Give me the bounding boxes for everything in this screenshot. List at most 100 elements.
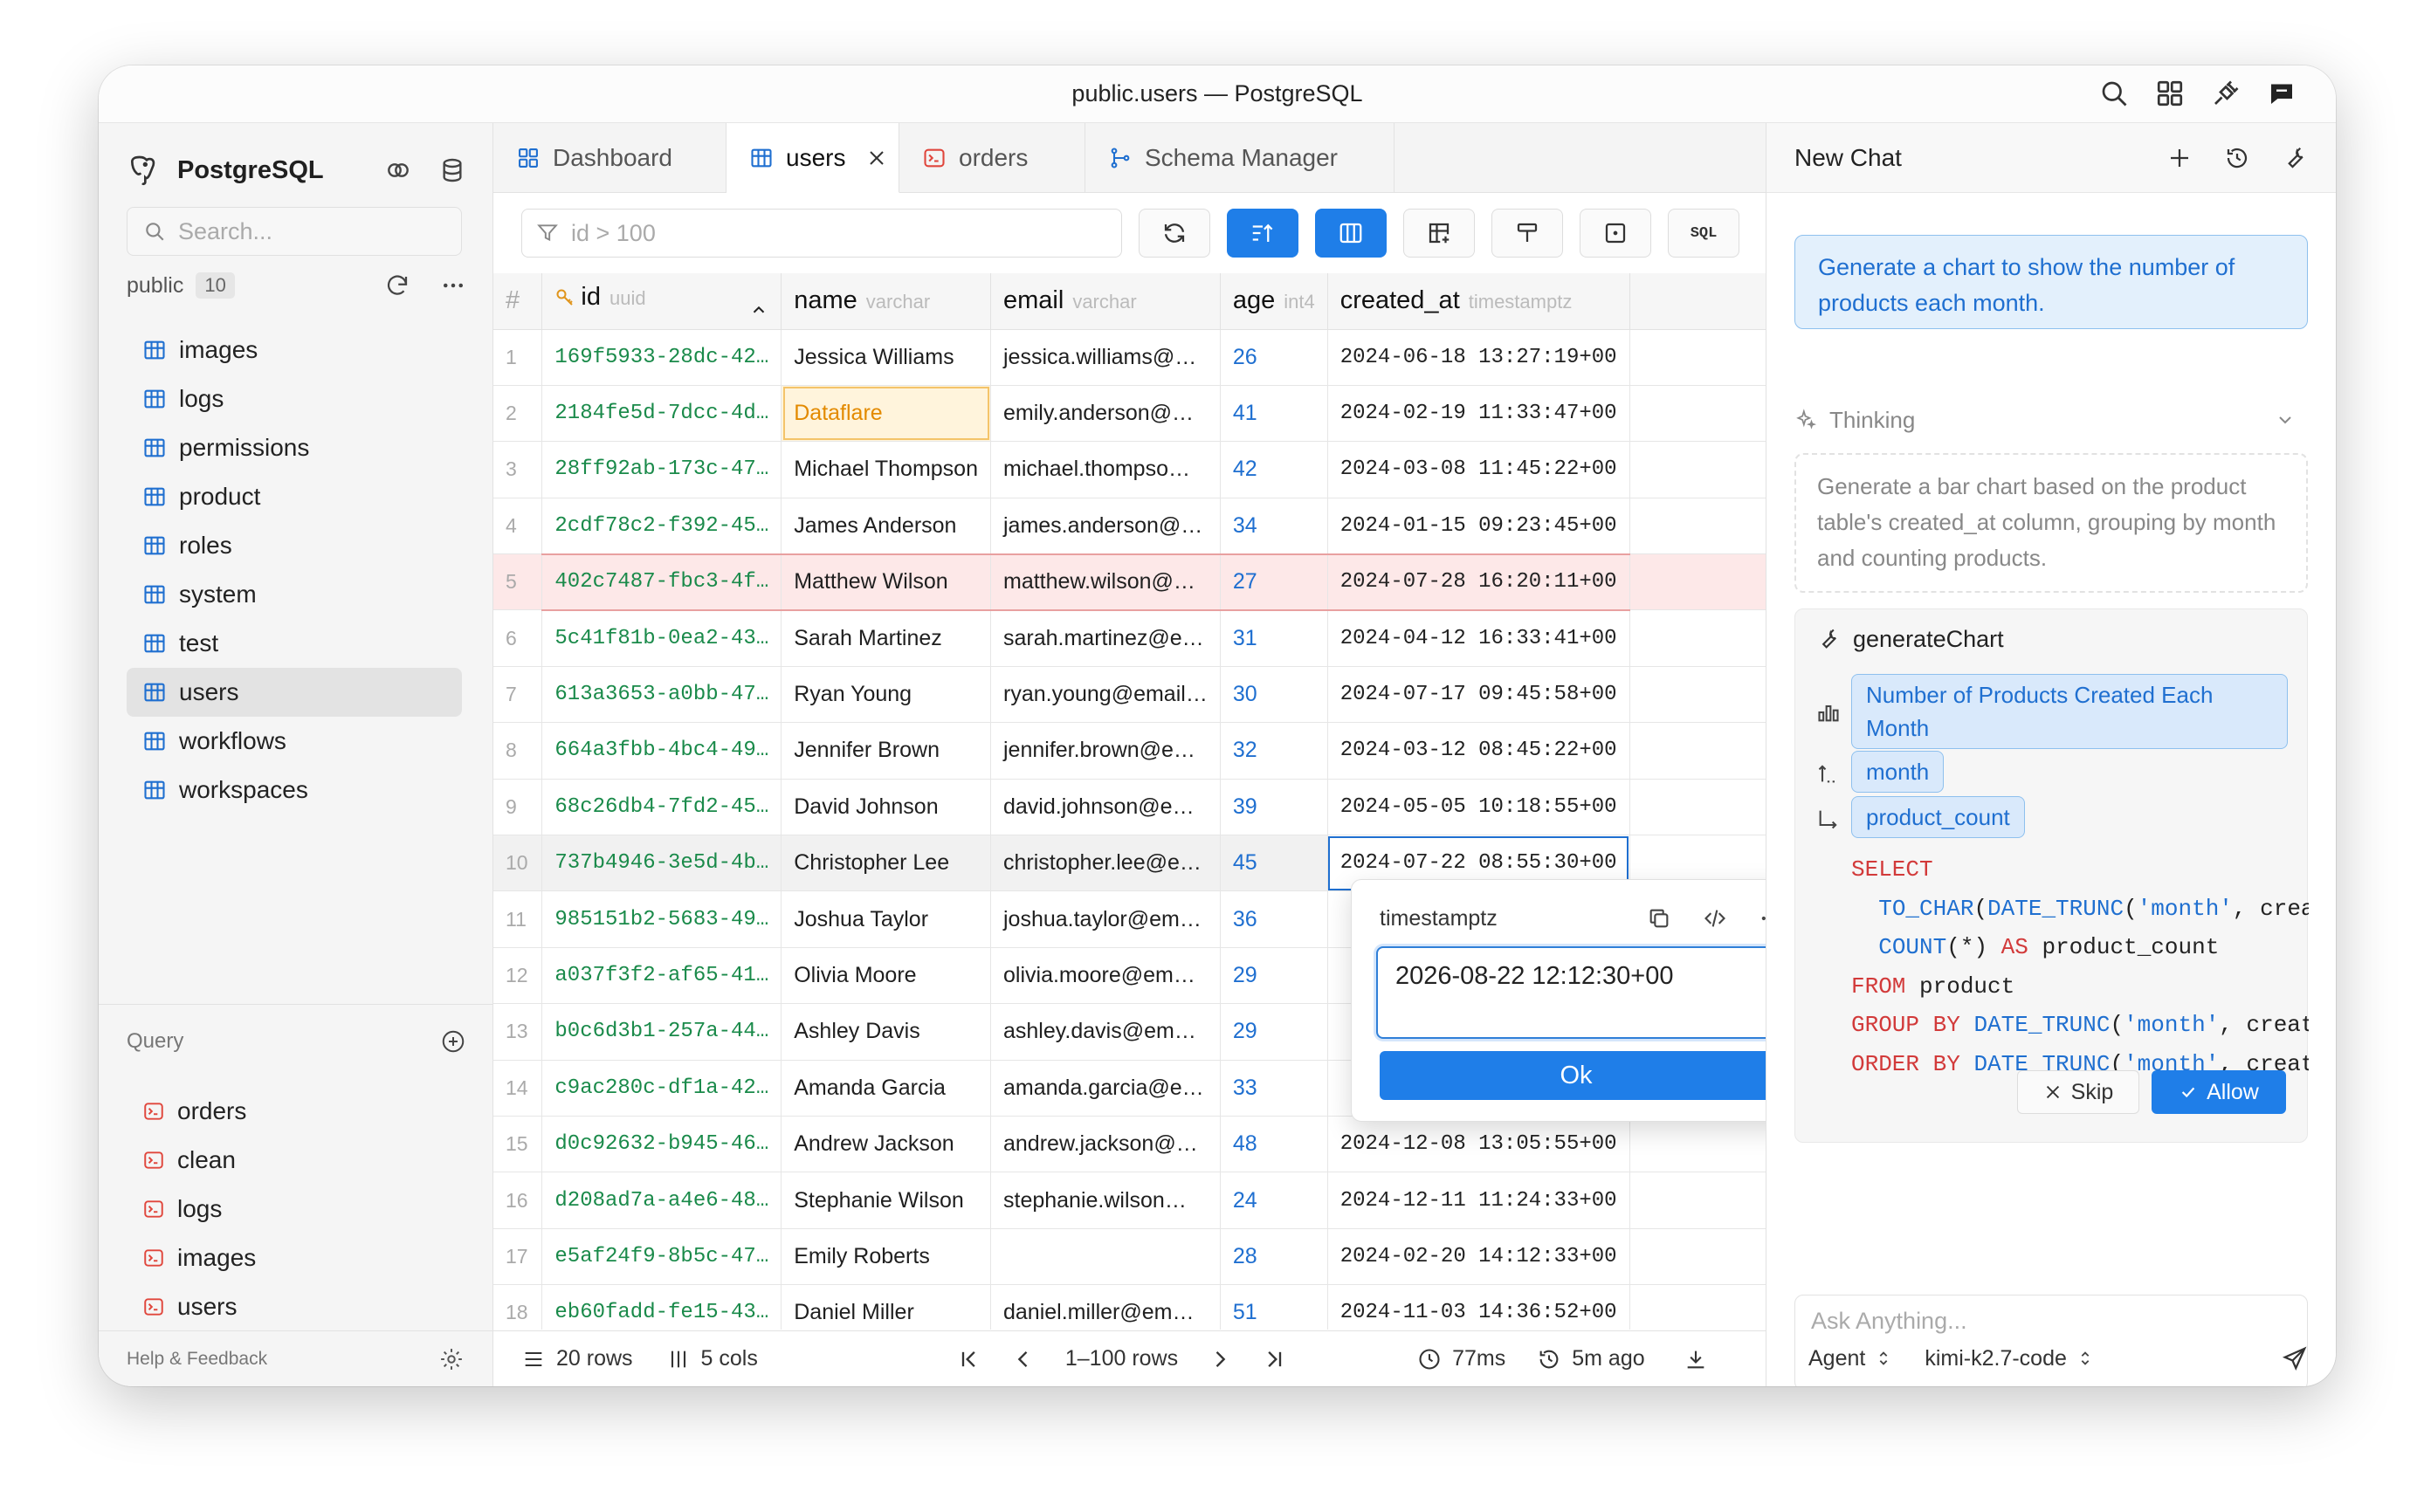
cell-email[interactable]: james.anderson@… (990, 498, 1221, 555)
cell-age[interactable]: 51 (1220, 1284, 1328, 1330)
help-feedback-link[interactable]: Help & Feedback (127, 1349, 267, 1370)
sidebar-query-orders[interactable]: orders (127, 1087, 462, 1136)
timestamp-input[interactable]: 2026-08-22 12:12:30+00 (1376, 946, 1778, 1039)
cell-created-at[interactable]: 2024-03-12 08:45:22+00 (1327, 722, 1630, 780)
cell-id[interactable]: b0c6d3b1-257a-44… (541, 1003, 782, 1061)
chat-icon[interactable] (2266, 78, 2297, 109)
cell-age[interactable]: 28 (1220, 1228, 1328, 1286)
cell-created-at[interactable]: 2024-05-05 10:18:55+00 (1327, 779, 1630, 836)
cell-name[interactable]: Matthew Wilson (781, 553, 991, 611)
table-row[interactable]: 7 613a3653-a0bb-47… Ryan Young ryan.young@e… (493, 666, 1766, 724)
download-icon[interactable] (1684, 1347, 1708, 1371)
sidebar-query-logs[interactable]: logs (127, 1185, 462, 1234)
table-row[interactable]: 18 eb60fadd-fe15-43… Daniel Miller daniel.m… (493, 1284, 1766, 1330)
code-icon[interactable] (1703, 906, 1727, 931)
cell-id[interactable]: 664a3fbb-4bc4-49… (541, 722, 782, 780)
cell-name[interactable]: Daniel Miller (781, 1284, 991, 1330)
plug-icon[interactable] (2210, 78, 2242, 109)
column-header-id[interactable]: id uuid (541, 273, 782, 330)
model-selector[interactable]: kimi-k2.7-code (1925, 1346, 2095, 1371)
cell-age[interactable]: 33 (1220, 1060, 1328, 1117)
cell-id[interactable]: 402c7487-fbc3-4f… (541, 553, 782, 611)
cell-id[interactable]: 737b4946-3e5d-4b… (541, 835, 782, 892)
cell-age[interactable]: 31 (1220, 609, 1328, 667)
prev-page-icon[interactable] (1011, 1347, 1036, 1371)
cell-name[interactable]: David Johnson (781, 779, 991, 836)
table-row[interactable]: 6 5c41f81b-0ea2-43… Sarah Martinez sarah.ma… (493, 609, 1766, 667)
cell-id[interactable]: 2184fe5d-7dcc-4d… (541, 385, 782, 443)
cell-id[interactable]: e5af24f9-8b5c-47… (541, 1228, 782, 1286)
cell-age[interactable]: 24 (1220, 1172, 1328, 1229)
cell-age[interactable]: 26 (1220, 329, 1328, 386)
cell-created-at[interactable]: 2024-02-19 11:33:47+00 (1327, 385, 1630, 443)
refresh-icon[interactable] (384, 272, 410, 299)
sidebar-table-workspaces[interactable]: workspaces (127, 766, 462, 814)
cell-id[interactable]: c9ac280c-df1a-42… (541, 1060, 782, 1117)
columns-button[interactable] (1315, 209, 1387, 258)
table-row[interactable]: 4 2cdf78c2-f392-45… James Anderson james.an… (493, 498, 1766, 555)
cell-id[interactable]: 613a3653-a0bb-47… (541, 666, 782, 724)
send-icon[interactable] (2282, 1345, 2308, 1371)
cell-name[interactable]: Olivia Moore (781, 947, 991, 1005)
table-row[interactable]: 17 e5af24f9-8b5c-47… Emily Roberts 28 2024-0… (493, 1228, 1766, 1286)
cell-name[interactable]: Michael Thompson (781, 441, 991, 498)
ok-button[interactable]: Ok (1380, 1051, 1773, 1100)
table-row[interactable]: 16 d208ad7a-a4e6-48… Stephanie Wilson steph… (493, 1172, 1766, 1229)
cell-created-at[interactable]: 2024-01-15 09:23:45+00 (1327, 498, 1630, 555)
cell-id[interactable]: 28ff92ab-173c-47… (541, 441, 782, 498)
sidebar-table-logs[interactable]: logs (127, 375, 462, 423)
cell-age[interactable]: 29 (1220, 1003, 1328, 1061)
tab-dashboard[interactable]: Dashboard (493, 123, 727, 193)
cell-age[interactable]: 29 (1220, 947, 1328, 1005)
cell-age[interactable]: 27 (1220, 553, 1328, 611)
new-chat-plus-icon[interactable] (2166, 145, 2193, 171)
cell-id[interactable]: 68c26db4-7fd2-45… (541, 779, 782, 836)
cell-created-at[interactable]: 2024-02-20 14:12:33+00 (1327, 1228, 1630, 1286)
cell-id[interactable]: a037f3f2-af65-41… (541, 947, 782, 1005)
table-row[interactable]: 5 402c7487-fbc3-4f… Matthew Wilson matthew.… (493, 553, 1766, 611)
tab-orders[interactable]: orders (899, 123, 1085, 193)
cell-email[interactable]: sarah.martinez@e… (990, 609, 1221, 667)
cell-name[interactable]: Stephanie Wilson (781, 1172, 991, 1229)
sort-button[interactable] (1227, 209, 1298, 258)
cell-name[interactable]: Joshua Taylor (781, 890, 991, 948)
cell-email[interactable]: jennifer.brown@e… (990, 722, 1221, 780)
cell-created-at[interactable]: 2024-03-08 11:45:22+00 (1327, 441, 1630, 498)
cell-email[interactable]: david.johnson@e… (990, 779, 1221, 836)
add-row-button[interactable] (1403, 209, 1475, 258)
sort-asc-icon[interactable] (749, 300, 768, 320)
cell-email[interactable]: ashley.davis@em… (990, 1003, 1221, 1061)
table-row[interactable]: 3 28ff92ab-173c-47… Michael Thompson michae… (493, 441, 1766, 498)
sidebar-search-input[interactable] (178, 217, 440, 245)
expand-button[interactable] (1580, 209, 1651, 258)
cell-email[interactable] (990, 1228, 1221, 1286)
table-row[interactable]: 8 664a3fbb-4bc4-49… Jennifer Brown jennifer… (493, 722, 1766, 780)
cell-name[interactable]: Dataflare (781, 385, 991, 443)
column-header-email[interactable]: email varchar (990, 273, 1221, 330)
cell-email[interactable]: stephanie.wilson… (990, 1172, 1221, 1229)
first-page-icon[interactable] (957, 1347, 981, 1371)
cell-email[interactable]: olivia.moore@em… (990, 947, 1221, 1005)
cell-email[interactable]: amanda.garcia@e… (990, 1060, 1221, 1117)
cell-email[interactable]: jessica.williams@… (990, 329, 1221, 386)
cell-id[interactable]: 5c41f81b-0ea2-43… (541, 609, 782, 667)
cell-email[interactable]: joshua.taylor@em… (990, 890, 1221, 948)
filter-box[interactable] (521, 209, 1122, 258)
allow-button[interactable]: Allow (2152, 1070, 2286, 1114)
cell-id[interactable]: 169f5933-28dc-42… (541, 329, 782, 386)
table-row[interactable]: 1 169f5933-28dc-42… Jessica Williams jessic… (493, 329, 1766, 386)
table-row[interactable]: 9 68c26db4-7fd2-45… David Johnson david.joh… (493, 779, 1766, 836)
sidebar-table-permissions[interactable]: permissions (127, 423, 462, 472)
apps-grid-icon[interactable] (2154, 78, 2186, 109)
mode-selector[interactable]: Agent (1808, 1346, 1893, 1371)
more-icon[interactable] (440, 272, 466, 299)
cell-name[interactable]: James Anderson (781, 498, 991, 555)
sidebar-table-system[interactable]: system (127, 570, 462, 619)
cell-created-at[interactable]: 2024-06-18 13:27:19+00 (1327, 329, 1630, 386)
cell-id[interactable]: eb60fadd-fe15-43… (541, 1284, 782, 1330)
cell-created-at[interactable]: 2024-11-03 14:36:52+00 (1327, 1284, 1630, 1330)
settings-gear-icon[interactable] (438, 1346, 465, 1372)
cell-name[interactable]: Jessica Williams (781, 329, 991, 386)
column-header-created-at[interactable]: created_at timestamptz (1327, 273, 1630, 330)
cell-email[interactable]: daniel.miller@em… (990, 1284, 1221, 1330)
